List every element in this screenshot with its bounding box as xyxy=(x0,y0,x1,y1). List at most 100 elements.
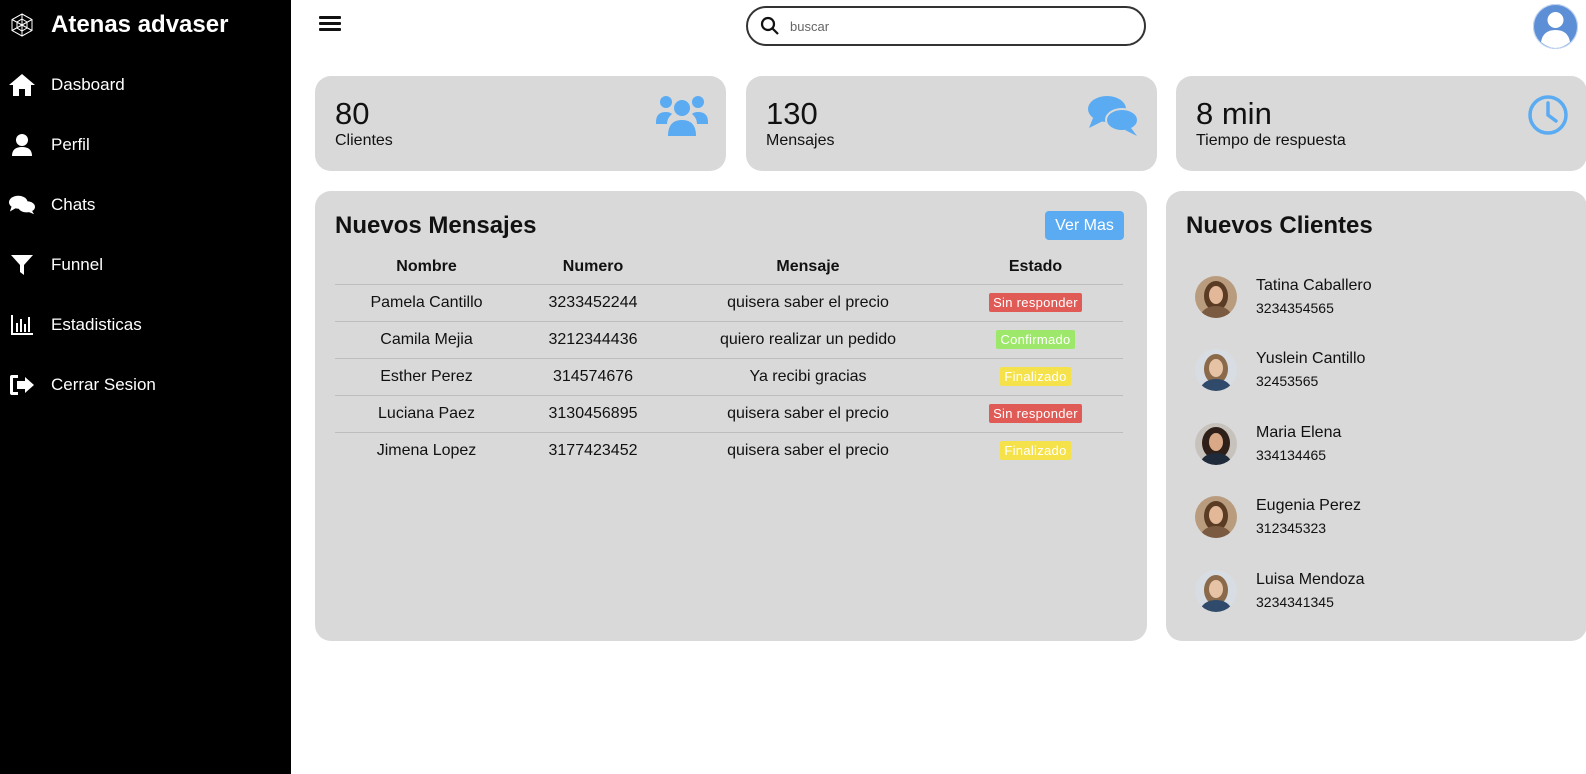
hexagon-logo-icon xyxy=(9,12,35,38)
users-icon xyxy=(656,94,708,143)
stat-value: 80 xyxy=(335,96,370,131)
client-phone: 334134465 xyxy=(1256,447,1327,463)
hamburger-menu-button[interactable] xyxy=(319,13,343,37)
client-name: Maria Elena xyxy=(1256,424,1342,441)
column-header: Mensaje xyxy=(668,251,948,285)
cell-status: Confirmado xyxy=(948,321,1123,359)
client-phone: 312345323 xyxy=(1256,520,1327,536)
funnel-icon xyxy=(9,252,35,278)
bar-chart-icon xyxy=(9,312,35,338)
hamburger-line xyxy=(319,28,341,31)
cell-number: 3130456895 xyxy=(518,395,668,433)
ver-mas-button[interactable]: Ver Mas xyxy=(1045,211,1124,240)
sidebar-item-label: Estadisticas xyxy=(51,315,142,334)
cell-number: 314574676 xyxy=(518,358,668,396)
client-item[interactable]: Maria Elena 334134465 xyxy=(1195,423,1575,467)
sidebar-item-estadisticas[interactable]: Estadisticas xyxy=(0,305,291,345)
client-phone: 3234341345 xyxy=(1256,594,1334,610)
home-icon xyxy=(9,72,35,98)
client-item[interactable]: Yuslein Cantillo 32453565 xyxy=(1195,349,1575,393)
cell-number: 3177423452 xyxy=(548,441,638,459)
stat-label: Tiempo de respuesta xyxy=(1196,132,1346,149)
client-name: Yuslein Cantillo xyxy=(1256,350,1366,367)
client-avatar xyxy=(1195,570,1237,612)
client-avatar xyxy=(1195,496,1237,538)
stat-card-tiempo: 8 min Tiempo de respuesta xyxy=(1176,76,1586,171)
messages-panel: Nuevos Mensajes Ver Mas Nombre Numero Me… xyxy=(315,191,1147,641)
clients-title: Nuevos Clientes xyxy=(1186,212,1373,239)
sidebar-item-label: Cerrar Sesion xyxy=(51,375,156,394)
avatar-user-icon xyxy=(1533,4,1578,49)
search-icon xyxy=(760,16,780,36)
sidebar-item-chats[interactable]: Chats xyxy=(0,185,291,225)
client-name: Luisa Mendoza xyxy=(1256,571,1365,588)
column-header: Numero xyxy=(518,251,668,285)
table-row[interactable]: Camila Mejia 3212344436 quiero realizar … xyxy=(335,321,1123,359)
table-header-row: Nombre Numero Mensaje Estado xyxy=(335,251,1123,285)
client-item[interactable]: Tatina Caballero 3234354565 xyxy=(1195,276,1575,320)
client-item[interactable]: Luisa Mendoza 3234341345 xyxy=(1195,570,1575,614)
user-icon xyxy=(9,132,35,158)
stat-label: Clientes xyxy=(335,132,393,149)
table-row[interactable]: Luciana Paez 3130456895 quisera saber el… xyxy=(335,395,1123,433)
cell-number: 3212344436 xyxy=(518,321,668,359)
client-phone: 3234354565 xyxy=(1256,300,1334,316)
sidebar-item-label: Chats xyxy=(51,195,96,214)
stat-card-mensajes: 130 Mensajes xyxy=(746,76,1157,171)
client-name: Eugenia Perez xyxy=(1256,497,1361,514)
stat-label: Mensajes xyxy=(766,132,835,149)
hamburger-line xyxy=(319,16,341,19)
column-header: Estado xyxy=(948,251,1123,285)
status-badge: Finalizado xyxy=(1000,367,1071,386)
sidebar-item-label: Dasboard xyxy=(51,75,125,94)
cell-status: Sin responder xyxy=(948,284,1123,322)
cell-status: Sin responder xyxy=(948,395,1123,433)
status-badge: Sin responder xyxy=(989,293,1082,312)
cell-status: Finalizado xyxy=(948,432,1123,469)
cell-message: Ya recibi gracias xyxy=(668,358,948,396)
hamburger-line xyxy=(319,22,341,25)
status-badge: Finalizado xyxy=(1000,441,1071,461)
client-item[interactable]: Eugenia Perez 312345323 xyxy=(1195,496,1575,540)
client-avatar xyxy=(1195,276,1237,318)
sign-out-icon xyxy=(9,372,35,398)
cell-name: Jimena Lopez xyxy=(376,441,477,459)
table-row[interactable]: Esther Perez 314574676 Ya recibi gracias… xyxy=(335,358,1123,396)
client-name: Tatina Caballero xyxy=(1256,277,1372,294)
cell-name: Luciana Paez xyxy=(335,395,518,433)
sidebar-item-perfil[interactable]: Perfil xyxy=(0,125,291,165)
table-row[interactable]: Jimena Lopez 3177423452 quisera saber el… xyxy=(335,432,1123,469)
cell-message: quiero realizar un pedido xyxy=(668,321,948,359)
cell-name: Esther Perez xyxy=(335,358,518,396)
client-phone: 32453565 xyxy=(1256,373,1319,389)
messages-table: Nombre Numero Mensaje Estado Pamela Cant… xyxy=(335,251,1123,469)
messages-title: Nuevos Mensajes xyxy=(335,212,537,239)
search-bar[interactable] xyxy=(746,6,1146,46)
clock-icon xyxy=(1527,94,1569,141)
user-avatar[interactable] xyxy=(1533,4,1578,49)
cell-message: quisera saber el precio xyxy=(668,395,948,433)
sidebar-item-label: Perfil xyxy=(51,135,90,154)
cell-message: quisera saber el precio xyxy=(668,284,948,322)
column-header: Nombre xyxy=(335,251,518,285)
sidebar-item-dasboard[interactable]: Dasboard xyxy=(0,65,291,105)
cell-number: 3233452244 xyxy=(518,284,668,322)
stat-value: 8 min xyxy=(1196,96,1272,131)
comments-icon xyxy=(1087,94,1139,143)
search-input[interactable] xyxy=(790,18,1120,34)
sidebar-item-label: Funnel xyxy=(51,255,103,274)
sidebar-item-funnel[interactable]: Funnel xyxy=(0,245,291,285)
chat-bubbles-icon xyxy=(9,192,35,218)
status-badge: Confirmado xyxy=(996,330,1075,349)
stat-card-clientes: 80 Clientes xyxy=(315,76,726,171)
cell-status: Finalizado xyxy=(948,358,1123,396)
status-badge: Sin responder xyxy=(989,404,1082,423)
client-avatar xyxy=(1195,423,1237,465)
sidebar-item-cerrar-sesion[interactable]: Cerrar Sesion xyxy=(0,365,291,405)
cell-name: Pamela Cantillo xyxy=(335,284,518,322)
stat-value: 130 xyxy=(766,96,818,131)
client-avatar xyxy=(1195,349,1237,391)
brand[interactable]: Atenas advaser xyxy=(9,10,228,40)
table-row[interactable]: Pamela Cantillo 3233452244 quisera saber… xyxy=(335,284,1123,322)
brand-title: Atenas advaser xyxy=(51,11,229,38)
